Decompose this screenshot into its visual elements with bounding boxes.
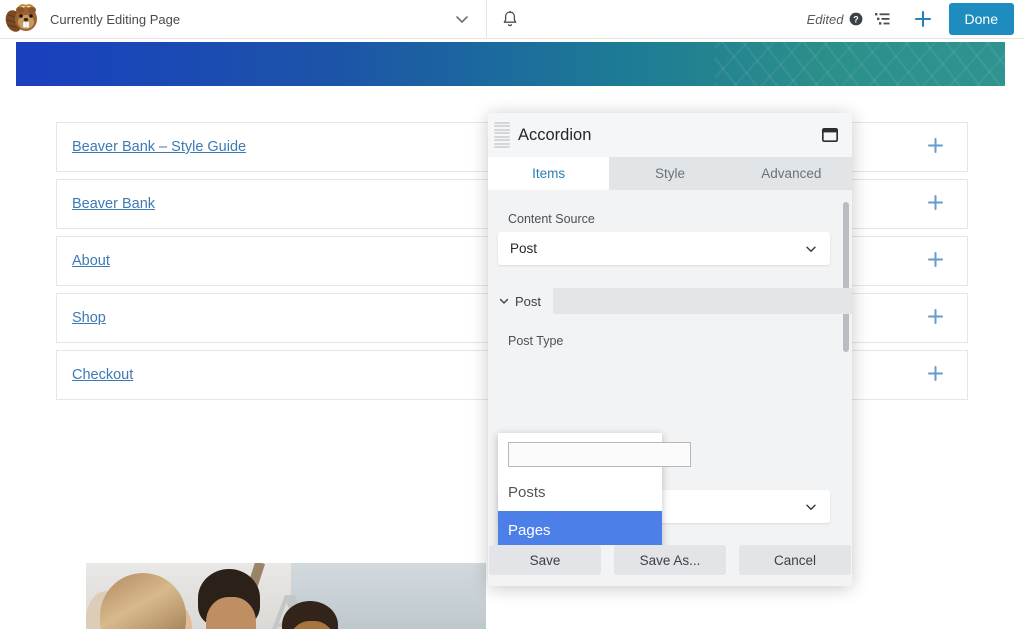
chevron-down-icon [804,500,818,514]
plus-icon[interactable] [903,0,943,39]
chevron-down-icon [498,295,510,307]
beaver-logo[interactable] [2,0,42,39]
plus-icon[interactable] [927,365,952,386]
office-team-photo: A [86,563,486,629]
chevron-down-icon [804,242,818,256]
dropdown-option-pages[interactable]: Pages [498,511,662,545]
edited-status-label: Edited [807,12,844,27]
chevron-down-icon[interactable] [454,11,470,27]
content-source-select[interactable]: Post [498,232,830,265]
accordion-item-link[interactable]: Beaver Bank [72,196,155,212]
tab-style[interactable]: Style [609,157,730,190]
post-type-search-input[interactable] [508,442,691,467]
panel-tabs: Items Style Advanced [488,157,852,190]
content-source-label: Content Source [508,212,852,226]
plus-icon[interactable] [927,308,952,329]
module-settings-panel: Accordion Items Style Advanced Content S… [488,113,852,586]
panel-body: Content Source Post Post Post Type Posts… [488,190,852,545]
top-bar-right-group: Edited ? Done [807,0,1024,39]
content-source-value: Post [510,241,537,256]
drag-grip-icon[interactable] [494,120,510,150]
bell-icon[interactable] [487,0,533,39]
hero-banner [16,42,1005,86]
plus-icon[interactable] [927,137,952,158]
tab-advanced[interactable]: Advanced [731,157,852,190]
accordion-item-link[interactable]: Shop [72,310,106,326]
beaver-logo-icon [5,3,39,35]
help-circle-icon[interactable]: ? [849,12,863,26]
admin-top-bar: Currently Editing Page Edited ? [0,0,1024,39]
outline-list-icon[interactable] [863,0,903,39]
panel-header[interactable]: Accordion [488,113,852,157]
panel-title: Accordion [518,126,591,145]
cancel-button[interactable]: Cancel [739,545,851,575]
plus-icon[interactable] [927,194,952,215]
window-icon[interactable] [822,128,838,142]
save-as-button[interactable]: Save As... [614,545,726,575]
accordion-item-link[interactable]: Beaver Bank – Style Guide [72,139,246,155]
panel-scrollbar[interactable] [843,202,849,352]
dropdown-option-posts[interactable]: Posts [498,473,662,511]
done-button[interactable]: Done [949,3,1014,35]
post-type-dropdown: Posts Pages [498,433,662,545]
tab-items[interactable]: Items [488,157,609,190]
accordion-item-link[interactable]: Checkout [72,367,133,383]
plus-icon[interactable] [927,251,952,272]
save-button[interactable]: Save [489,545,601,575]
svg-text:?: ? [853,14,859,24]
post-type-label: Post Type [508,334,852,348]
accordion-item-link[interactable]: About [72,253,110,269]
post-section-header[interactable]: Post [488,288,553,314]
currently-editing-label: Currently Editing Page [50,12,180,27]
post-section-label: Post [515,294,541,309]
